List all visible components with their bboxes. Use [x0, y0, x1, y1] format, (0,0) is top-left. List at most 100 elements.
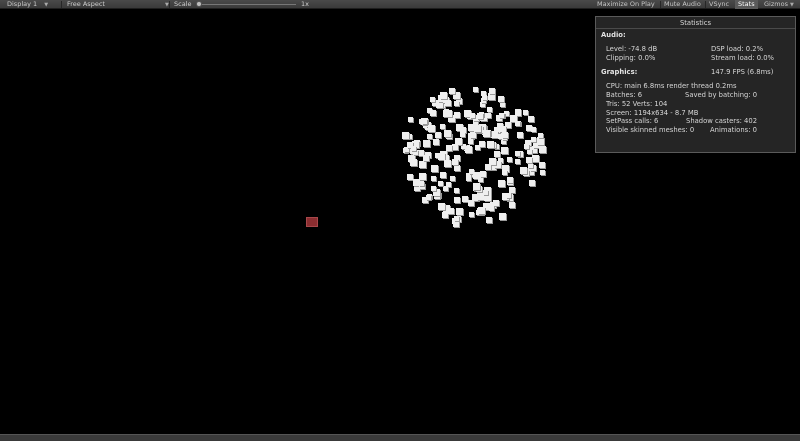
stats-label: Stats	[738, 0, 755, 8]
white-cube	[483, 130, 490, 137]
white-cube	[454, 101, 459, 106]
white-cube	[419, 181, 424, 186]
white-cube	[479, 141, 485, 147]
white-cube	[483, 190, 488, 195]
white-cube	[493, 200, 499, 206]
maximize-on-play-toggle[interactable]: Maximize On Play	[594, 0, 658, 9]
white-cube	[516, 111, 521, 116]
white-cube	[402, 132, 409, 139]
white-cube	[480, 171, 486, 177]
display-dropdown[interactable]: Display 1 ▼	[7, 0, 48, 9]
white-cube	[410, 159, 417, 166]
white-cube	[491, 131, 498, 138]
animations-readout: Animations: 0	[710, 126, 757, 134]
white-cube	[433, 139, 439, 145]
white-cube	[450, 176, 455, 181]
white-cube	[440, 172, 446, 178]
white-cube	[428, 125, 435, 132]
white-cube	[531, 137, 536, 142]
dsp-load: DSP load: 0.2%	[711, 45, 764, 53]
white-cube	[532, 155, 539, 162]
white-cube	[445, 110, 452, 117]
shadow-casters: Shadow casters: 402	[686, 117, 758, 125]
white-cube	[524, 144, 529, 149]
mute-audio-toggle[interactable]: Mute Audio	[661, 0, 704, 9]
skinned-meshes: Visible skinned meshes: 0	[606, 126, 695, 134]
vsync-toggle[interactable]: VSync	[706, 0, 732, 9]
stream-load: Stream load: 0.0%	[711, 54, 774, 62]
aspect-dropdown[interactable]: Free Aspect ▼	[67, 0, 169, 9]
white-cube	[528, 163, 533, 168]
white-cube	[517, 132, 523, 138]
white-cube	[520, 167, 527, 174]
white-cube	[431, 176, 436, 181]
white-cube	[499, 213, 506, 220]
white-cube	[466, 176, 471, 181]
toolbar-divider	[169, 1, 170, 8]
white-cube	[446, 145, 452, 151]
white-cube	[440, 92, 447, 99]
setpass-readout: SetPass calls: 6	[606, 117, 659, 125]
white-cube	[454, 197, 460, 203]
white-cube	[537, 138, 544, 145]
audio-clipping: Clipping: 0.0%	[606, 54, 656, 62]
white-cube	[465, 146, 472, 153]
white-cube	[486, 113, 491, 118]
white-cube	[454, 188, 459, 193]
white-cube	[515, 159, 520, 164]
white-cube	[438, 181, 443, 186]
white-cube	[423, 140, 430, 147]
white-cube	[431, 186, 436, 191]
white-cube	[448, 208, 454, 214]
audio-header: Audio:	[601, 31, 626, 39]
scale-slider-thumb[interactable]	[196, 1, 202, 7]
white-cube	[501, 147, 508, 154]
white-cube	[411, 146, 416, 151]
white-cube	[478, 177, 483, 182]
white-cube	[489, 206, 494, 211]
white-cube	[474, 125, 481, 132]
graphics-header: Graphics:	[601, 68, 638, 76]
white-cube	[527, 149, 532, 154]
white-cube	[498, 96, 504, 102]
white-cube	[431, 165, 438, 172]
scale-value: 1x	[301, 0, 309, 8]
white-cube	[515, 121, 520, 126]
white-cube	[444, 130, 451, 137]
white-cube	[460, 132, 465, 137]
aspect-label: Free Aspect	[67, 0, 105, 8]
white-cube	[515, 151, 520, 156]
white-cube	[488, 93, 495, 100]
white-cube	[526, 157, 532, 163]
white-cube	[419, 173, 426, 180]
gizmos-dropdown[interactable]: Gizmos ▼	[761, 0, 797, 9]
white-cube	[454, 112, 460, 118]
white-cube	[435, 132, 441, 138]
white-cube	[408, 117, 413, 122]
vsync-label: VSync	[709, 0, 730, 8]
white-cube	[538, 133, 543, 138]
statistics-title: Statistics	[596, 17, 795, 29]
bottom-bar	[0, 434, 800, 441]
white-cube	[482, 95, 487, 100]
cpu-readout: CPU: main 6.8ms render thread 0.2ms	[606, 82, 737, 90]
chevron-down-icon: ▼	[44, 2, 49, 8]
display-label: Display 1	[7, 0, 38, 8]
scale-slider-track[interactable]	[199, 4, 296, 5]
stats-toggle[interactable]: Stats	[735, 0, 758, 9]
white-cube	[473, 87, 478, 92]
white-cube	[440, 124, 445, 129]
white-cube	[494, 151, 500, 157]
white-cube	[470, 113, 475, 118]
fps-readout: 147.9 FPS (6.8ms)	[711, 68, 774, 76]
white-cube	[487, 141, 494, 148]
white-cube	[445, 100, 451, 106]
white-cube	[507, 157, 512, 162]
white-cube	[498, 180, 505, 187]
white-cube	[507, 177, 513, 183]
white-cube	[477, 113, 483, 119]
white-cube	[438, 203, 445, 210]
white-cube	[453, 221, 459, 227]
white-cube	[430, 110, 436, 116]
white-cube	[528, 116, 534, 122]
